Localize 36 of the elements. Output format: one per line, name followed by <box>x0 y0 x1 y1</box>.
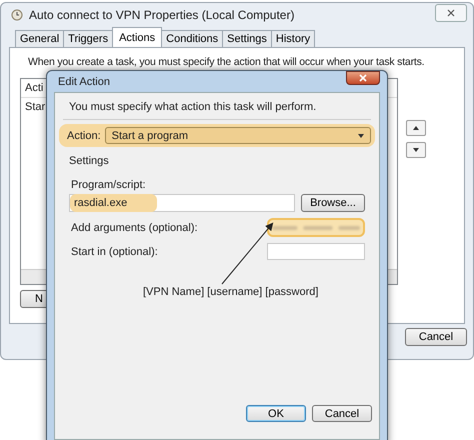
column-header: Acti <box>25 82 44 94</box>
browse-button[interactable]: Browse... <box>301 194 365 212</box>
arguments-field[interactable] <box>267 218 365 237</box>
annotation-text: [VPN Name] [username] [password] <box>143 286 318 298</box>
down-arrow-icon <box>413 148 419 152</box>
action-label: Action: <box>67 130 101 142</box>
tab[interactable]: Actions <box>112 27 162 47</box>
field-label: Start in (optional): <box>71 246 158 258</box>
group-label: Settings <box>69 155 110 167</box>
cancel-button[interactable]: Cancel <box>405 328 467 346</box>
start-in-field[interactable] <box>267 243 365 260</box>
tab[interactable]: Conditions <box>161 30 224 47</box>
program-field[interactable]: rasdial.exe <box>69 194 295 212</box>
tab[interactable]: History <box>270 30 316 47</box>
tab[interactable]: General <box>15 30 64 47</box>
clock-icon <box>11 9 23 21</box>
up-arrow-icon <box>413 126 419 130</box>
ok-button[interactable]: OK <box>246 405 306 422</box>
close-button[interactable] <box>435 4 467 22</box>
close-button[interactable] <box>346 71 380 85</box>
window-title: Auto connect to VPN Properties (Local Computer) <box>29 8 296 22</box>
close-icon <box>447 9 455 17</box>
tab[interactable]: Triggers <box>63 30 114 47</box>
dialog-title: Edit Action <box>57 76 110 88</box>
field-value: rasdial.exe <box>70 194 158 212</box>
close-icon <box>359 74 367 82</box>
instruction-text: You must specify what action this task will perform. <box>68 101 318 113</box>
action-dropdown[interactable]: Start a program <box>104 127 371 144</box>
move-down-button[interactable] <box>406 142 426 158</box>
dropdown-arrow-icon <box>358 134 364 138</box>
instruction-text: When you create a task, you must specify the action that will occur when your task starts. <box>27 56 424 68</box>
cancel-button[interactable]: Cancel <box>312 405 372 422</box>
tab[interactable]: Settings <box>222 30 272 47</box>
move-up-button[interactable] <box>406 120 426 136</box>
field-label: Program/script: <box>71 179 147 191</box>
field-label: Add arguments (optional): <box>71 222 198 234</box>
